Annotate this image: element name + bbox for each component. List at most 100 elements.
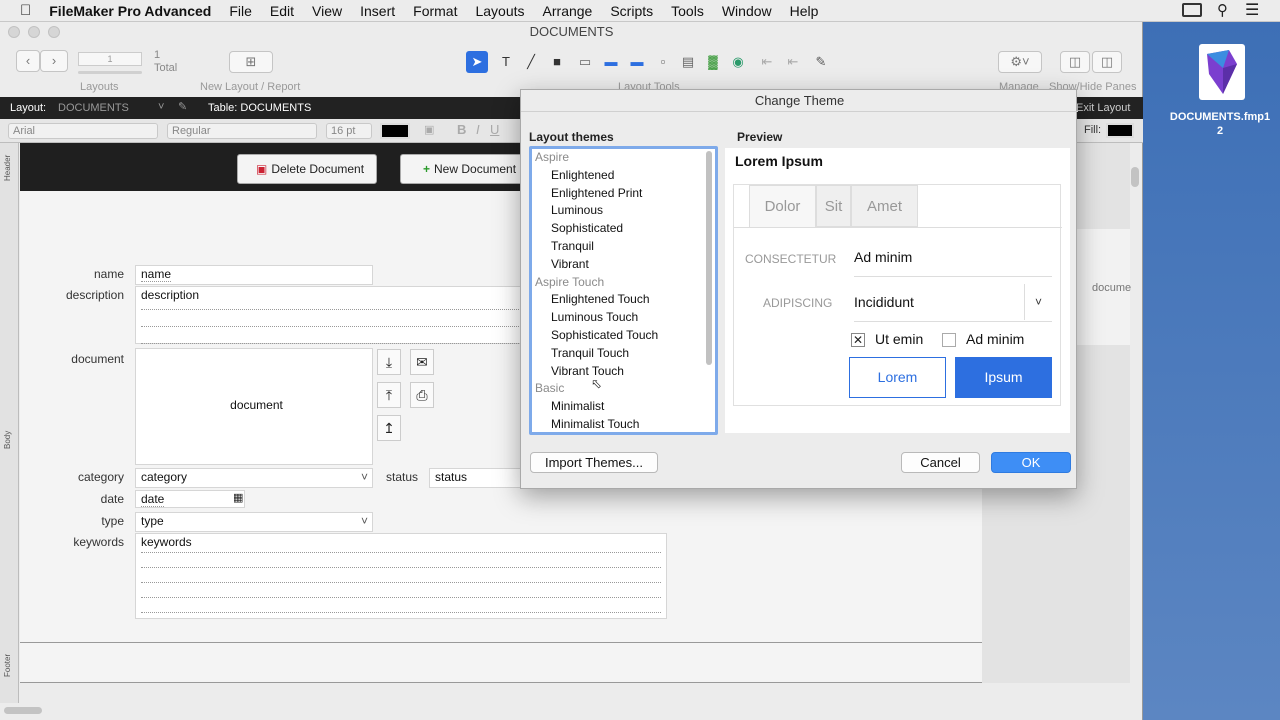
button-bar-tool-icon[interactable]: ▬	[626, 51, 648, 73]
highlight-icon[interactable]: ▣	[424, 123, 434, 136]
line-tool-icon[interactable]: ╱	[520, 51, 542, 73]
ok-button[interactable]: OK	[991, 452, 1071, 473]
web-viewer-tool-icon[interactable]: ◉	[727, 51, 749, 73]
menu-format[interactable]: Format	[404, 3, 466, 19]
theme-item[interactable]: Enlightened Touch	[532, 291, 715, 309]
bold-icon[interactable]: B	[457, 122, 466, 137]
menu-file[interactable]: File	[220, 3, 261, 19]
back-arrow-icon[interactable]: ‹	[16, 50, 40, 72]
type-field[interactable]: type ˅	[135, 512, 373, 532]
document-container-text: document	[230, 398, 283, 412]
italic-icon[interactable]: I	[476, 122, 480, 137]
theme-item[interactable]: Enlightened	[532, 167, 715, 185]
menu-window[interactable]: Window	[713, 3, 781, 19]
document-container[interactable]: document	[135, 348, 373, 465]
new-layout-button[interactable]: ⊞	[229, 51, 273, 73]
name-field[interactable]: name	[135, 265, 373, 285]
upload-icon[interactable]: ⤒	[377, 382, 401, 408]
notification-center-icon[interactable]: ☰	[1245, 0, 1259, 20]
theme-item[interactable]: Minimalist Touch	[532, 416, 715, 432]
pencil-icon[interactable]: ✎	[178, 100, 187, 113]
menu-tools[interactable]: Tools	[662, 3, 713, 19]
preview-checkbox-checked-icon: ✕	[851, 333, 865, 347]
status-field[interactable]: status	[429, 468, 523, 488]
format-painter-icon[interactable]: ✎	[810, 51, 832, 73]
pointer-tool-icon[interactable]: ➤	[466, 51, 488, 73]
theme-item[interactable]: Luminous	[532, 202, 715, 220]
theme-list[interactable]: Aspire Enlightened Enlightened Print Lum…	[529, 146, 718, 435]
portal-tool-icon[interactable]: ▤	[677, 51, 699, 73]
airplay-icon[interactable]	[1182, 3, 1202, 17]
text-tool-icon[interactable]: T	[495, 51, 517, 73]
minimize-window-icon[interactable]	[28, 26, 40, 38]
import-themes-button[interactable]: Import Themes...	[530, 452, 658, 473]
download-icon[interactable]: ⤓	[377, 349, 401, 375]
menu-view[interactable]: View	[303, 3, 351, 19]
theme-item[interactable]: Vibrant	[532, 256, 715, 274]
theme-item[interactable]: Minimalist	[532, 398, 715, 416]
text-color-swatch[interactable]	[380, 123, 410, 139]
new-document-button[interactable]: + New Document	[400, 154, 540, 184]
part-footer-tab[interactable]: Footer	[3, 654, 12, 677]
chevron-down-icon[interactable]: ˅	[158, 101, 164, 113]
theme-item[interactable]: Vibrant Touch	[532, 363, 715, 381]
menu-scripts[interactable]: Scripts	[601, 3, 662, 19]
left-pane-toggle-icon[interactable]: ◫	[1060, 51, 1090, 73]
vertical-scrollbar[interactable]	[1131, 167, 1139, 187]
insert-part-icon[interactable]: ⇤	[782, 51, 804, 73]
export-icon[interactable]: ↥	[377, 415, 401, 441]
delete-document-button[interactable]: ▣ Delete Document	[237, 154, 377, 184]
style-select[interactable]: Regular	[167, 123, 317, 139]
popover-tool-icon[interactable]: ▫	[652, 51, 674, 73]
forward-arrow-icon[interactable]: ›	[40, 50, 68, 72]
email-icon[interactable]: ✉	[410, 349, 434, 375]
date-field[interactable]: date	[135, 490, 245, 508]
rectangle-tool-icon[interactable]: ■	[546, 51, 568, 73]
cancel-button[interactable]: Cancel	[901, 452, 980, 473]
theme-item[interactable]: Sophisticated	[532, 220, 715, 238]
font-select[interactable]: Arial	[8, 123, 158, 139]
underline-icon[interactable]: U	[490, 122, 499, 137]
close-window-icon[interactable]	[8, 26, 20, 38]
record-number-field[interactable]: 1	[78, 52, 142, 66]
spotlight-search-icon[interactable]: ⚲	[1217, 1, 1228, 19]
field-tool-icon[interactable]: ▭	[574, 51, 596, 73]
right-pane-toggle-icon[interactable]: ◫	[1092, 51, 1122, 73]
zoom-window-icon[interactable]	[48, 26, 60, 38]
insert-field-icon[interactable]: ⇤	[756, 51, 778, 73]
theme-item[interactable]: Sophisticated Touch	[532, 327, 715, 345]
menu-arrange[interactable]: Arrange	[534, 3, 602, 19]
theme-item[interactable]: Luminous Touch	[532, 309, 715, 327]
gear-icon[interactable]: ⚙˅	[998, 51, 1042, 73]
file-icon[interactable]	[1199, 44, 1245, 100]
fill-color-swatch[interactable]	[1106, 123, 1134, 138]
menu-edit[interactable]: Edit	[261, 3, 303, 19]
theme-item[interactable]: Tranquil Touch	[532, 345, 715, 363]
chart-tool-icon[interactable]: ▓	[702, 51, 724, 73]
record-slider[interactable]	[78, 71, 142, 74]
desktop-file-name[interactable]: DOCUMENTS.fmp1 2	[1160, 110, 1280, 138]
menu-layouts[interactable]: Layouts	[466, 3, 533, 19]
menu-app[interactable]: FileMaker Pro Advanced	[40, 3, 220, 19]
exit-layout-button[interactable]: Exit Layout	[1076, 102, 1130, 114]
horizontal-scrollbar[interactable]	[4, 707, 42, 714]
keywords-field[interactable]: keywords	[135, 533, 667, 619]
menu-help[interactable]: Help	[781, 3, 828, 19]
theme-list-scrollbar[interactable]	[706, 151, 712, 365]
part-body-tab[interactable]: Body	[3, 431, 12, 449]
theme-item[interactable]: Enlightened Print	[532, 185, 715, 203]
layout-name-select[interactable]: DOCUMENTS	[58, 102, 129, 114]
fill-label: Fill:	[1084, 124, 1102, 136]
button-tool-icon[interactable]: ▬	[600, 51, 622, 73]
size-select[interactable]: 16 pt	[326, 123, 372, 139]
print-icon[interactable]: ⎙	[410, 382, 434, 408]
type-label: type	[101, 514, 124, 528]
category-field[interactable]: category ˅	[135, 468, 373, 488]
apple-icon[interactable]: 	[0, 2, 40, 19]
plus-icon: +	[423, 162, 431, 176]
menu-insert[interactable]: Insert	[351, 3, 404, 19]
description-field[interactable]: description	[135, 286, 523, 344]
theme-item[interactable]: Tranquil	[532, 238, 715, 256]
calendar-icon[interactable]: ▦	[233, 491, 243, 504]
part-header-tab[interactable]: Header	[3, 155, 12, 181]
